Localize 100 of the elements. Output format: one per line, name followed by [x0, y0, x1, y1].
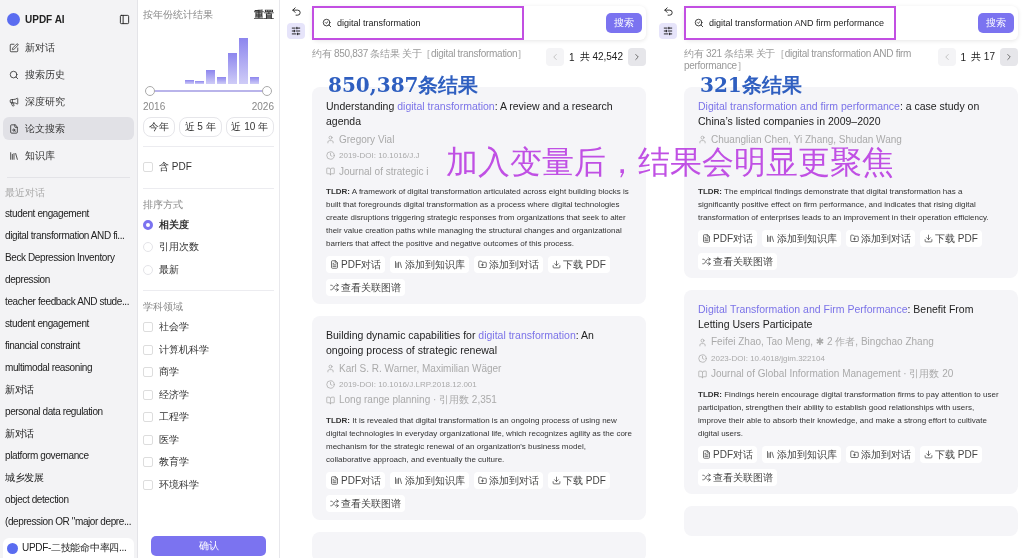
recent-chat[interactable]: depression	[3, 269, 134, 291]
recent-chat[interactable]: student engagement	[3, 313, 134, 335]
card-action-button[interactable]: 查看关联图谱	[698, 253, 777, 270]
card-action-button[interactable]: 添加到知识库	[390, 256, 469, 273]
card-action-button[interactable]: 添加到对话	[846, 230, 915, 247]
document-icon	[330, 260, 339, 269]
year-preset-button[interactable]: 近 10 年	[225, 117, 274, 137]
card-action-button[interactable]: 查看关联图谱	[326, 279, 405, 296]
paper-title[interactable]: Digital transformation and firm performance: a case study on China’s listed companies in 2009–2020	[698, 99, 1004, 129]
confirm-button[interactable]: 确认	[151, 536, 266, 556]
year-preset-button[interactable]: 近 5 年	[178, 117, 222, 137]
radio-button[interactable]	[143, 219, 153, 230]
search-button[interactable]: 搜索	[978, 13, 1014, 33]
chevron-right-icon	[632, 52, 642, 62]
option-label: 最新	[159, 262, 179, 277]
year-preset-button[interactable]: 今年	[143, 117, 175, 137]
tldr-text: TLDR: Findings herein encourage digital transformation firms to pay attention to user participation, strengthen their ability to establish good relationships with users, improve their able to absorb their knowledge, and make a strong effort to cultivate digital users.	[698, 389, 1000, 440]
option-label: 含 PDF	[159, 160, 192, 175]
search-icon	[9, 69, 19, 80]
card-action-button[interactable]: 下载 PDF	[548, 472, 610, 489]
recent-chat[interactable]: student engagement	[3, 203, 134, 225]
nav-item[interactable]: 知识库	[3, 144, 134, 167]
recent-chat[interactable]: 城乡发展	[3, 467, 134, 489]
paper-title[interactable]: Understanding digital transformation: A review and a research agenda	[326, 99, 632, 129]
card-action-button[interactable]: 查看关联图谱	[698, 469, 777, 486]
checkbox[interactable]	[143, 322, 153, 333]
option-label: 社会学	[159, 320, 189, 335]
next-page-button[interactable]	[1000, 48, 1018, 66]
filter-button[interactable]	[659, 23, 677, 39]
option-label: 工程学	[159, 410, 189, 425]
filter-button[interactable]	[287, 23, 305, 39]
paper-meta: 2023-DOI: 10.4018/jgim.322104	[711, 353, 825, 363]
search-field[interactable]: digital transformation AND firm performance	[684, 6, 896, 40]
paper-meta: Long range planning · 引用数 2,351	[339, 393, 497, 407]
year-range-slider[interactable]	[145, 86, 272, 96]
year-label: 2026	[251, 101, 274, 112]
recent-chat[interactable]: object detection	[3, 489, 134, 511]
search-icon	[322, 18, 332, 28]
recent-chat[interactable]: Beck Depression Inventory	[3, 247, 134, 269]
sliders-icon	[291, 26, 301, 36]
paper-meta: 2019-DOI: 10.1016/J.LRP.2018.12.001	[339, 379, 477, 389]
card-action-button[interactable]: 添加到知识库	[762, 446, 841, 463]
option-label: 医学	[159, 432, 179, 447]
checkbox[interactable]	[143, 344, 153, 355]
graph-icon	[330, 499, 339, 508]
checkbox[interactable]	[143, 434, 153, 445]
document-icon	[702, 234, 711, 243]
folder-plus-icon	[850, 450, 859, 459]
paper-meta: Journal of Global Information Management · 引用数 20	[711, 367, 954, 381]
nav-item[interactable]: 论文搜索	[3, 117, 134, 140]
next-page-button[interactable]	[628, 48, 646, 66]
undo-icon[interactable]	[290, 6, 302, 17]
search-field[interactable]: digital transformation	[312, 6, 524, 40]
recent-chat[interactable]: digital transformation AND fi...	[3, 225, 134, 247]
checkbox[interactable]	[143, 389, 153, 400]
checkbox[interactable]	[143, 162, 153, 173]
recent-chat[interactable]: 新对话	[3, 423, 134, 445]
paper-title[interactable]: Building dynamic capabilities for digital transformation: An ongoing process of strategic renewal	[326, 328, 632, 358]
recent-chat[interactable]: financial constraint	[3, 335, 134, 357]
recent-chat[interactable]: multimodal reasoning	[3, 357, 134, 379]
workspace-button[interactable]: UPDF-二技能命中率四...	[3, 538, 134, 558]
nav-item[interactable]: 新对话	[3, 36, 134, 59]
search-button[interactable]: 搜索	[606, 13, 642, 33]
card-action-button[interactable]: 添加到知识库	[762, 230, 841, 247]
card-action-button[interactable]: PDF对话	[326, 472, 385, 489]
card-action-button[interactable]: 查看关联图谱	[326, 495, 405, 512]
undo-icon[interactable]	[662, 6, 674, 17]
card-action-button[interactable]: 添加到知识库	[390, 472, 469, 489]
document-icon	[702, 450, 711, 459]
section-title: 排序方式	[143, 197, 184, 212]
search-icon	[694, 18, 704, 28]
sidebar-toggle-icon[interactable]	[119, 13, 130, 25]
checkbox[interactable]	[143, 367, 153, 378]
card-action-button[interactable]: 下载 PDF	[920, 446, 982, 463]
card-action-button[interactable]: 下载 PDF	[920, 230, 982, 247]
recent-chat[interactable]: platform governance	[3, 445, 134, 467]
reset-link[interactable]: 重置	[254, 8, 274, 22]
clock-icon	[326, 150, 335, 160]
checkbox[interactable]	[143, 412, 153, 423]
previous-page-button[interactable]	[546, 48, 565, 66]
recent-chat[interactable]: 新对话	[3, 379, 134, 401]
card-action-button[interactable]: 添加到对话	[846, 446, 915, 463]
result-count: 约有 850,837 条结果 关于［digital transformation］	[312, 48, 527, 60]
card-action-button[interactable]: 添加到对话	[474, 472, 543, 489]
card-action-button[interactable]: 下载 PDF	[548, 256, 610, 273]
previous-page-button[interactable]	[937, 48, 956, 66]
nav-item[interactable]: 深度研究	[3, 90, 134, 113]
checkbox[interactable]	[143, 457, 153, 468]
recent-chat[interactable]: teacher feedback AND stude...	[3, 291, 134, 313]
nav-item[interactable]: 搜索历史	[3, 63, 134, 86]
card-action-button[interactable]: PDF对话	[326, 256, 385, 273]
card-action-button[interactable]: PDF对话	[698, 230, 757, 247]
card-action-button[interactable]: PDF对话	[698, 446, 757, 463]
download-icon	[924, 234, 933, 243]
recent-chat[interactable]: personal data regulation	[3, 401, 134, 423]
paper-title[interactable]: Digital Transformation and Firm Performance: Benefit From Letting Users Participate	[698, 302, 1004, 332]
recent-chat[interactable]: (depression OR "major depre...	[3, 511, 134, 533]
card-action-button[interactable]: 添加到对话	[474, 256, 543, 273]
checkbox[interactable]	[143, 479, 153, 490]
annotation-text: 321条结果	[700, 73, 802, 97]
